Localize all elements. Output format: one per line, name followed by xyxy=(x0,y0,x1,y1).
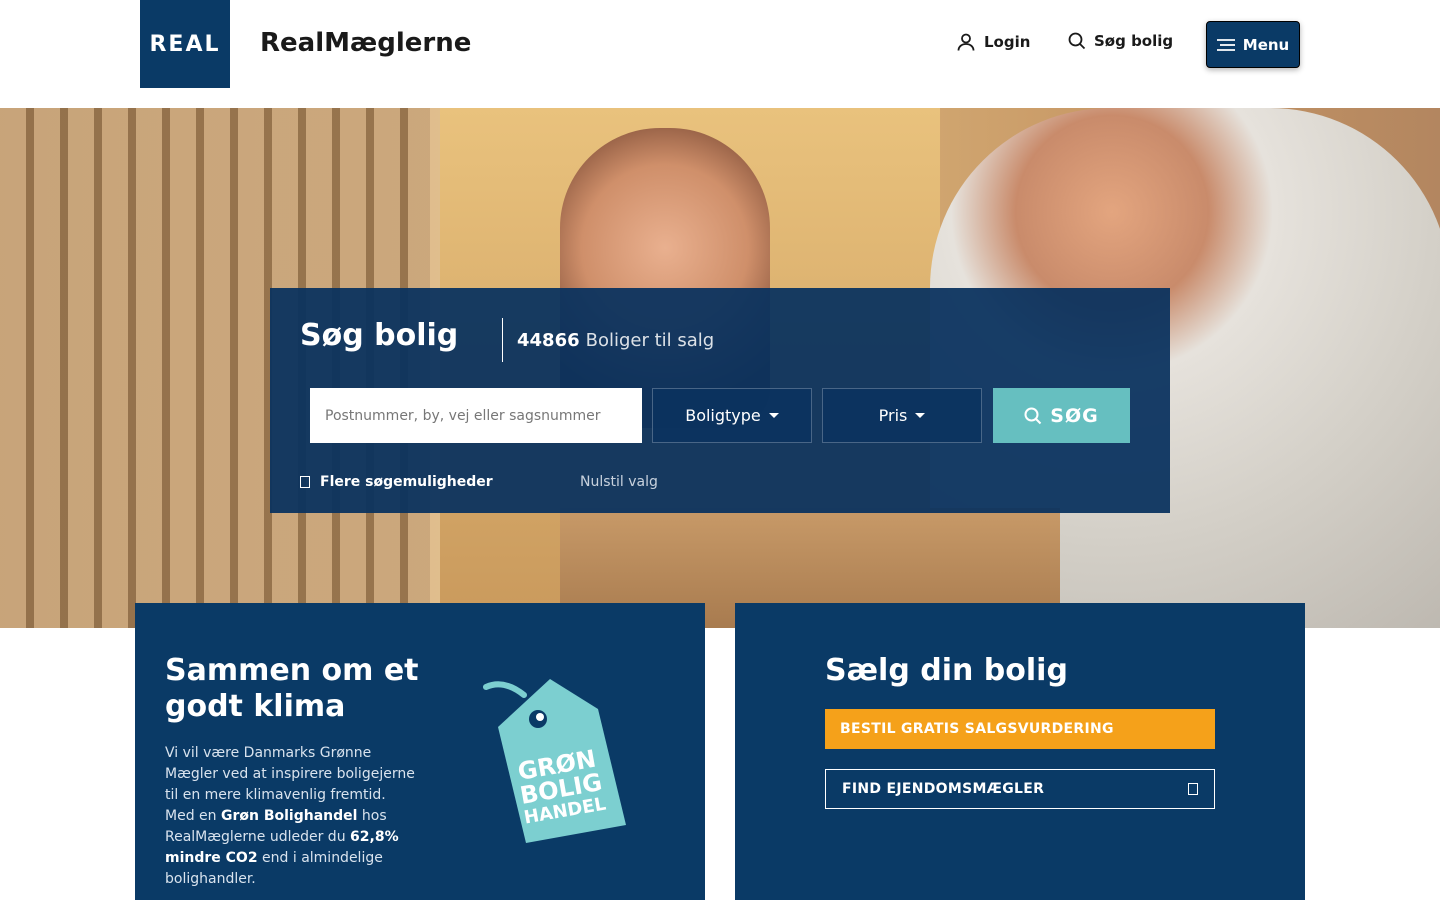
location-search-input[interactable] xyxy=(310,388,642,443)
climate-card-title: Sammen om et godt klima xyxy=(165,653,419,724)
listing-count-label: Boliger til salg xyxy=(585,330,715,351)
price-label: Pris xyxy=(878,406,908,425)
login-label: Login xyxy=(984,33,1031,51)
menu-button[interactable]: Menu xyxy=(1206,21,1300,68)
climate-text-bold: Grøn Bolighandel xyxy=(220,808,358,824)
climate-card-text: Vi vil være Danmarks Grønne Mægler ved a… xyxy=(165,743,415,890)
chevron-down-icon xyxy=(768,413,779,418)
sell-home-card: Sælg din bolig BESTIL GRATIS SALGSVURDER… xyxy=(735,603,1305,900)
hamburger-icon xyxy=(1216,38,1235,51)
search-icon xyxy=(1024,407,1042,424)
search-title: Søg bolig xyxy=(300,318,459,353)
search-link-label: Søg bolig xyxy=(1094,32,1174,50)
green-housing-tag-icon: GRØN BOLIG HANDEL xyxy=(483,679,626,843)
menu-label: Menu xyxy=(1242,35,1290,54)
listing-count: 44866 Boliger til salg xyxy=(517,330,714,351)
user-icon xyxy=(957,33,975,51)
site-header: REAL RealMæglerne Login Søg bolig Menu xyxy=(0,0,1440,108)
listing-count-number: 44866 xyxy=(517,330,580,351)
property-type-dropdown[interactable]: Boligtype xyxy=(652,388,812,443)
price-dropdown[interactable]: Pris xyxy=(822,388,982,443)
property-type-label: Boligtype xyxy=(685,406,761,425)
order-valuation-button[interactable]: BESTIL GRATIS SALGSVURDERING xyxy=(825,709,1215,749)
search-link[interactable]: Søg bolig xyxy=(1068,32,1173,50)
login-link[interactable]: Login xyxy=(956,32,1030,52)
logo-text: REAL xyxy=(149,31,221,57)
chevron-down-icon xyxy=(915,413,926,418)
sell-card-title: Sælg din bolig xyxy=(825,653,1068,688)
more-search-options-toggle[interactable]: Flere søgemuligheder xyxy=(300,474,493,490)
search-submit-label: SØG xyxy=(1050,404,1099,427)
brand-name[interactable]: RealMæglerne xyxy=(260,28,471,58)
find-agent-button[interactable]: FIND EJENDOMSMÆGLER xyxy=(825,769,1215,809)
reset-filters-link[interactable]: Nulstil valg xyxy=(580,474,658,490)
more-search-options-label: Flere søgemuligheder xyxy=(320,474,493,490)
green-climate-card: Sammen om et godt klima Vi vil være Danm… xyxy=(135,603,705,900)
search-submit-button[interactable]: SØG xyxy=(993,388,1130,443)
find-agent-label: FIND EJENDOMSMÆGLER xyxy=(842,781,1045,797)
marker-icon xyxy=(1188,783,1198,795)
title-divider xyxy=(502,318,503,362)
search-panel: Søg bolig 44866Boliger til salg Boligtyp… xyxy=(270,288,1170,513)
search-icon xyxy=(1068,32,1086,50)
plus-icon xyxy=(300,476,310,488)
real-logo[interactable]: REAL xyxy=(140,0,230,88)
